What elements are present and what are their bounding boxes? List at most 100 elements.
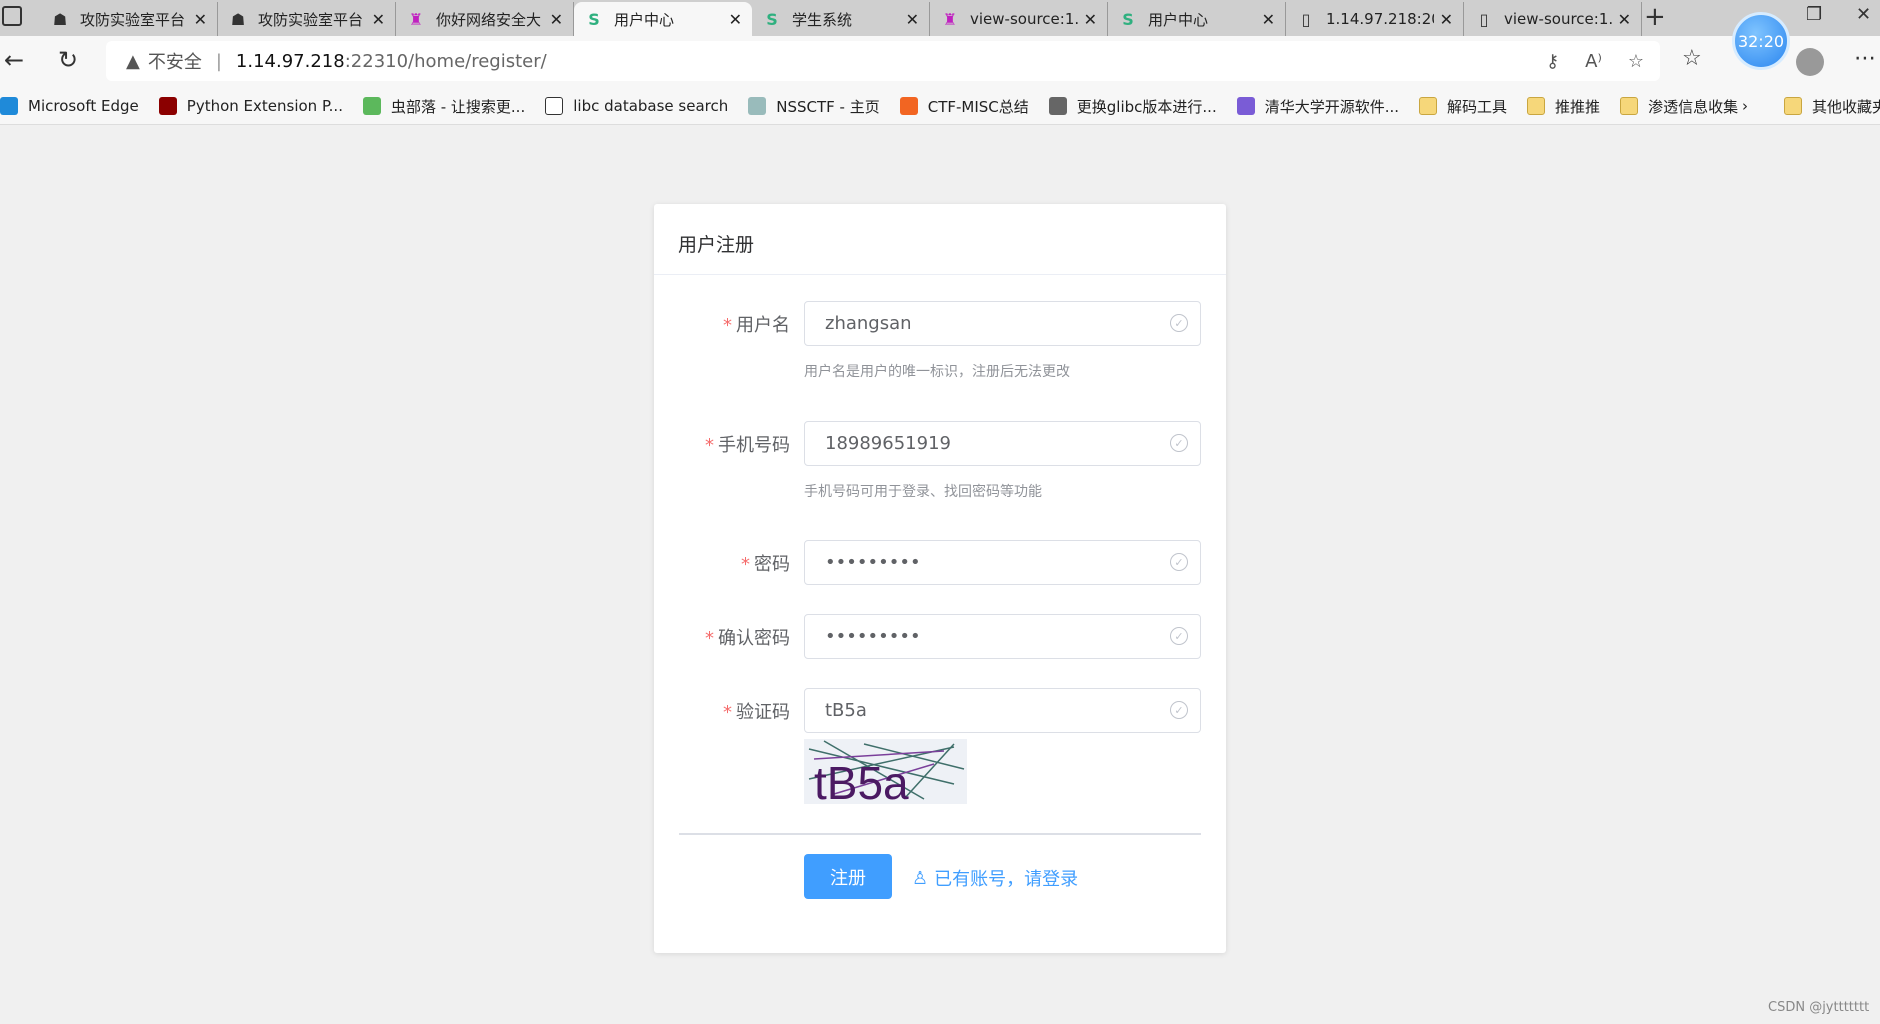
tab-title: 攻防实验室平台: [258, 10, 364, 29]
field-label: * 确认密码: [705, 624, 790, 650]
bookmark-label: 清华大学开源软件...: [1264, 97, 1400, 116]
label-text: 手机号码: [718, 435, 790, 456]
bookmark-other[interactable]: 其他收藏夹: [1784, 96, 1880, 117]
bookmark-item[interactable]: CTF-MISC总结: [899, 96, 1029, 117]
close-tab-icon[interactable]: ✕: [194, 10, 207, 29]
label-text: 密码: [754, 554, 790, 575]
check-circle-icon: ✓: [1170, 701, 1188, 719]
add-favorite-icon[interactable]: ☆: [1628, 51, 1644, 72]
field-input[interactable]: 18989651919 ✓: [804, 421, 1201, 466]
browser-toolbar: ← ↻ ▲ 不安全 | 1.14.97.218:22310/home/regis…: [0, 36, 1880, 88]
tab-title: view-source:1.: [970, 10, 1078, 28]
bookmark-item[interactable]: 清华大学开源软件...: [1236, 96, 1400, 117]
refresh-icon[interactable]: ↻: [58, 46, 78, 74]
bookmark-item[interactable]: NSSCTF - 主页: [748, 96, 880, 117]
tab[interactable]: ♜ view-source:1. ✕: [930, 2, 1108, 36]
tab[interactable]: ☗ 攻防实验室平台 ✕: [218, 2, 396, 36]
login-link-label: 已有账号，请登录: [934, 869, 1079, 890]
field-input[interactable]: ••••••••• ✓: [804, 540, 1201, 585]
input-value: •••••••••: [825, 626, 921, 647]
tab[interactable]: S 学生系统 ✕: [752, 2, 930, 36]
hacker-icon: ☗: [230, 9, 246, 29]
glibc-icon: [1048, 97, 1067, 115]
bookmark-item[interactable]: libc database search: [545, 97, 728, 115]
back-icon[interactable]: ←: [4, 46, 24, 74]
timer-widget[interactable]: 32:20: [1732, 12, 1790, 70]
s-logo-icon: S: [588, 9, 600, 29]
password-key-icon[interactable]: ⚷: [1546, 51, 1559, 72]
divider: |: [215, 50, 222, 72]
s-logo-icon: S: [766, 9, 778, 29]
check-circle-icon: ✓: [1170, 553, 1188, 571]
read-aloud-icon[interactable]: A⁾: [1585, 51, 1602, 72]
required-mark: *: [723, 315, 732, 336]
new-tab-button[interactable]: +: [1644, 2, 1666, 32]
label-text: 确认密码: [718, 628, 790, 649]
address-bar[interactable]: ▲ 不安全 | 1.14.97.218:22310/home/register/…: [106, 41, 1660, 81]
field-help: 用户名是用户的唯一标识，注册后无法更改: [804, 364, 1070, 380]
hacker-icon: ☗: [52, 9, 68, 29]
bookmark-item[interactable]: Microsoft Edge: [0, 97, 139, 115]
label-text: 验证码: [736, 702, 790, 723]
bookmark-item[interactable]: 更换glibc版本进行...: [1048, 96, 1217, 117]
tab-title: 用户中心: [614, 10, 675, 29]
bookmark-item[interactable]: 推推推: [1527, 96, 1600, 117]
tab-title: view-source:1.: [1504, 10, 1612, 28]
close-tab-icon[interactable]: ✕: [372, 10, 385, 29]
field-label: * 手机号码: [705, 431, 790, 457]
bookmark-item[interactable]: Python Extension P...: [158, 97, 343, 115]
tab[interactable]: ▯ view-source:1. ✕: [1464, 2, 1642, 36]
close-tab-icon[interactable]: ✕: [1084, 10, 1097, 29]
bookmark-label: 渗透信息收集: [1648, 97, 1739, 116]
bookmark-item[interactable]: 渗透信息收集: [1620, 96, 1738, 117]
warning-icon: ▲: [126, 50, 140, 72]
folder-icon: [1527, 97, 1546, 115]
folder-icon: [1784, 97, 1802, 115]
more-icon[interactable]: ⋯: [1854, 46, 1876, 71]
favorites-icon[interactable]: ☆: [1682, 46, 1702, 71]
castle-icon: ♜: [408, 9, 424, 29]
bookmark-label: 解码工具: [1447, 97, 1508, 116]
tab-actions-icon[interactable]: [2, 6, 22, 26]
url-host: 1.14.97.218: [235, 50, 345, 72]
field-input[interactable]: tB5a ✓: [804, 688, 1201, 733]
tab-title: 用户中心: [1148, 10, 1209, 29]
bookmark-label: CTF-MISC总结: [927, 97, 1029, 116]
user-icon: ♙: [912, 867, 929, 889]
register-button[interactable]: 注册: [804, 854, 892, 899]
tab-title: 1.14.97.218:20: [1326, 10, 1434, 28]
url-path: :22310/home/register/: [344, 50, 547, 72]
bookmark-item[interactable]: 解码工具: [1419, 96, 1507, 117]
restore-icon[interactable]: ❐: [1806, 4, 1822, 25]
profile-avatar[interactable]: [1796, 48, 1824, 76]
security-label[interactable]: 不安全: [148, 48, 202, 74]
tab-bar: ☗ 攻防实验室平台 ✕ ☗ 攻防实验室平台 ✕ ♜ 你好网络安全大 ✕ S 用户中心 ✕ S 学生系统 ✕ ♜…: [0, 0, 1880, 36]
tab[interactable]: ♜ 你好网络安全大 ✕: [396, 2, 574, 36]
chevron-right-icon[interactable]: ›: [1742, 97, 1748, 115]
close-tab-icon[interactable]: ✕: [906, 10, 919, 29]
close-tab-icon[interactable]: ✕: [1440, 10, 1453, 29]
login-link[interactable]: ♙ 已有账号，请登录: [912, 865, 1078, 891]
bookmark-item[interactable]: 虫部落 - 让搜索更...: [362, 96, 525, 117]
tab[interactable]: S 用户中心 ✕: [574, 2, 752, 36]
required-mark: *: [705, 628, 714, 649]
field-label: * 密码: [741, 550, 790, 576]
bookmark-label: libc database search: [573, 97, 729, 115]
close-tab-icon[interactable]: ✕: [729, 10, 742, 29]
field-label: * 验证码: [723, 698, 790, 724]
field-input[interactable]: zhangsan ✓: [804, 301, 1201, 346]
close-window-icon[interactable]: ✕: [1856, 4, 1871, 25]
s-logo-icon: S: [1122, 9, 1134, 29]
tab[interactable]: ☗ 攻防实验室平台 ✕: [40, 2, 218, 36]
required-mark: *: [741, 554, 750, 575]
castle-icon: ♜: [942, 9, 958, 29]
field-help: 手机号码可用于登录、找回密码等功能: [804, 484, 1042, 500]
close-tab-icon[interactable]: ✕: [550, 10, 563, 29]
python-ext-icon: [158, 97, 177, 115]
captcha-image[interactable]: tB5a: [804, 739, 967, 804]
tab[interactable]: ▯ 1.14.97.218:20 ✕: [1286, 2, 1464, 36]
field-input[interactable]: ••••••••• ✓: [804, 614, 1201, 659]
tab[interactable]: S 用户中心 ✕: [1108, 2, 1286, 36]
close-tab-icon[interactable]: ✕: [1262, 10, 1275, 29]
close-tab-icon[interactable]: ✕: [1618, 10, 1631, 29]
